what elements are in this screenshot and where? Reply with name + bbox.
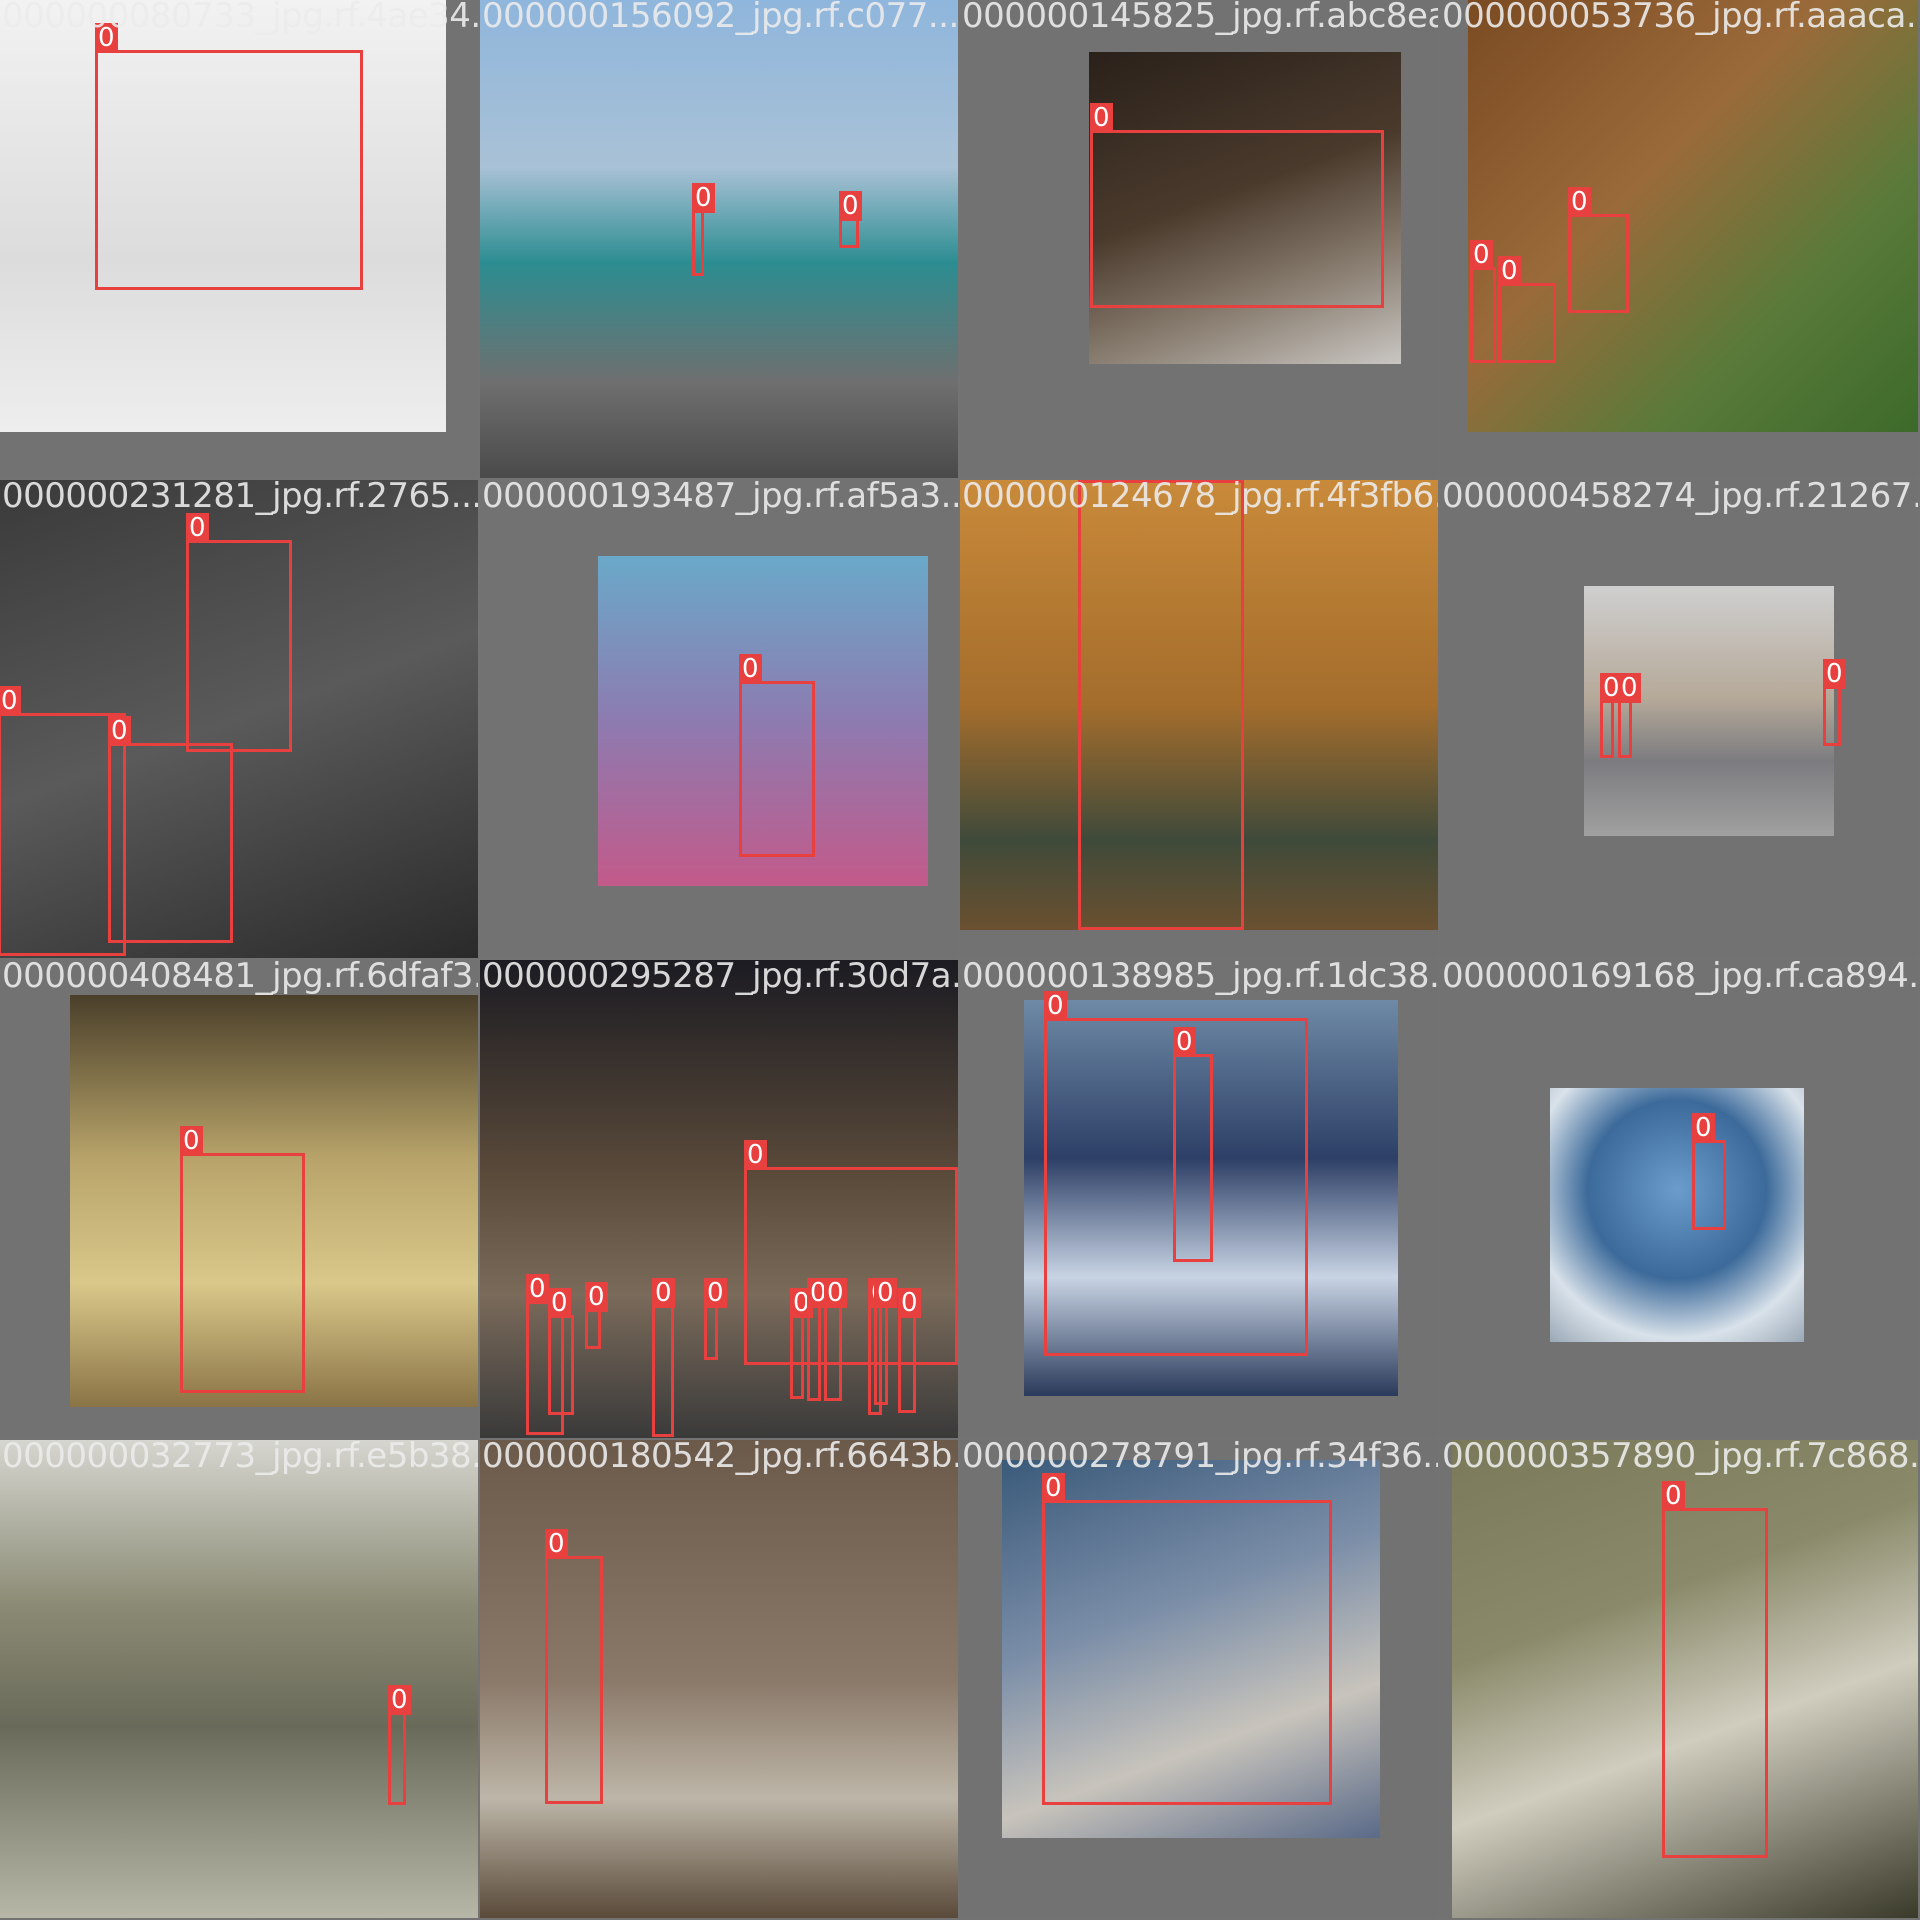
mosaic-tile: 0 0 000000156092_jpg.rf.c077... — [480, 0, 958, 478]
class-label: 0 — [874, 1278, 897, 1308]
tile-filename: 000000458274_jpg.rf.21267... — [1442, 480, 1918, 516]
detection-box: 0 — [1078, 480, 1244, 930]
detection-box: 0 — [744, 1140, 958, 1365]
detection-box: 0 — [824, 1278, 847, 1401]
tile-filename: 000000169168_jpg.rf.ca894... — [1442, 960, 1918, 996]
detection-box: 0 — [388, 1685, 411, 1805]
detection-box: 0 — [839, 191, 862, 248]
tile-filename: 000000180542_jpg.rf.6643b... — [482, 1440, 958, 1476]
detection-box: 0 — [1600, 673, 1623, 758]
mosaic-tile: 0 000000169168_jpg.rf.ca894... — [1440, 960, 1918, 1438]
mosaic-tile: 0 000000408481_jpg.rf.6dfaf3... — [0, 960, 478, 1438]
mosaic-tile: 0 000000032773_jpg.rf.e5b38... — [0, 1440, 478, 1918]
mosaic-tile: 0 0 0 000000458274_jpg.rf.21267... — [1440, 480, 1918, 958]
detection-box: 0 — [548, 1288, 574, 1415]
detection-box: 0 — [95, 23, 363, 290]
detection-box: 0 — [704, 1278, 727, 1360]
class-label: 0 — [1823, 659, 1846, 689]
detection-box: 0 — [739, 654, 815, 857]
class-label: 0 — [839, 191, 862, 221]
class-label: 0 — [1042, 1473, 1065, 1503]
mosaic-tile: 0 000000357890_jpg.rf.7c868... — [1440, 1440, 1918, 1918]
class-label: 0 — [1173, 1027, 1196, 1057]
detection-box: 0 — [692, 183, 715, 276]
mosaic-tile: 0 0 0 000000053736_jpg.rf.aaaca... — [1440, 0, 1918, 478]
tile-filename: 000000053736_jpg.rf.aaaca... — [1442, 0, 1918, 36]
mosaic-tile: 0 000000278791_jpg.rf.34f36... — [960, 1440, 1438, 1918]
detection-box: 0 — [585, 1282, 608, 1349]
class-label: 0 — [898, 1288, 921, 1318]
tile-filename: 000000408481_jpg.rf.6dfaf3... — [2, 960, 478, 996]
class-label: 0 — [739, 654, 762, 684]
detection-box: 0 — [1568, 187, 1629, 313]
photo-teal-bus — [480, 0, 958, 478]
class-label: 0 — [1618, 673, 1641, 703]
tile-filename: 000000124678_jpg.rf.4f3fb6... — [962, 480, 1438, 516]
photo-baseball-aerial — [1468, 0, 1918, 432]
class-label: 0 — [548, 1288, 571, 1318]
class-label: 0 — [545, 1529, 568, 1559]
mosaic-tile: 0 0 000000138985_jpg.rf.1dc38... — [960, 960, 1438, 1438]
mosaic-tile: 0 000000193487_jpg.rf.af5a3... — [480, 480, 958, 958]
detection-box: 0 — [1662, 1481, 1768, 1858]
photo-skydiver-fisheye — [1550, 1088, 1804, 1342]
class-label: 0 — [1568, 187, 1591, 217]
detection-box: 0 — [898, 1288, 921, 1413]
detection-box: 0 — [807, 1278, 830, 1401]
mosaic-tile: 0 000000080733_jpg.rf.4ae34... — [0, 0, 478, 478]
tile-filename: 000000231281_jpg.rf.2765... — [2, 480, 478, 516]
detection-box: 0 — [1173, 1027, 1213, 1262]
detection-box: 0 — [1692, 1113, 1726, 1230]
class-label: 0 — [652, 1278, 675, 1308]
mosaic-tile: 0000000124678_jpg.rf.4f3fb6... — [960, 480, 1438, 958]
class-label: 0 — [1470, 240, 1493, 270]
tile-filename: 000000145825_jpg.rf.abc8ea... — [962, 0, 1438, 36]
detection-box: 0 — [1498, 256, 1556, 363]
tile-filename: 000000357890_jpg.rf.7c868... — [1442, 1440, 1918, 1476]
mosaic-tile: 000000000000000000295287_jpg.rf.30d7a... — [480, 960, 958, 1438]
mosaic-grid: 0 000000080733_jpg.rf.4ae34... 0 0 000000156… — [0, 0, 1920, 1920]
class-label: 0 — [526, 1274, 549, 1304]
class-label: 0 — [1692, 1113, 1715, 1143]
class-label: 0 — [585, 1282, 608, 1312]
class-label: 0 — [388, 1685, 411, 1715]
class-label: 0 — [824, 1278, 847, 1308]
detection-box: 0 — [1470, 240, 1496, 363]
class-label: 0 — [704, 1278, 727, 1308]
class-label: 0 — [1662, 1481, 1685, 1511]
class-label: 0 — [180, 1126, 203, 1156]
detection-box: 0 — [1042, 1473, 1332, 1805]
detection-box: 0 — [108, 716, 233, 943]
detection-box: 0 — [1823, 659, 1846, 746]
tile-filename: 000000032773_jpg.rf.e5b38... — [2, 1440, 478, 1476]
tile-filename: 000000156092_jpg.rf.c077... — [482, 0, 958, 36]
tile-filename: 000000138985_jpg.rf.1dc38... — [962, 960, 1438, 996]
detection-box: 0 — [1090, 103, 1384, 308]
class-label: 0 — [108, 716, 131, 746]
class-label: 0 — [744, 1140, 767, 1170]
mosaic-tile: 0 000000180542_jpg.rf.6643b... — [480, 1440, 958, 1918]
detection-box: 0 — [874, 1278, 897, 1405]
detection-box: 0 — [1618, 673, 1641, 758]
tile-filename: 000000295287_jpg.rf.30d7a... — [482, 960, 958, 996]
tile-filename: 000000278791_jpg.rf.34f36... — [962, 1440, 1438, 1476]
detection-box: 0 — [180, 1126, 305, 1393]
class-label: 0 — [0, 686, 21, 716]
class-label: 0 — [692, 183, 715, 213]
detection-box: 0 — [790, 1288, 813, 1399]
mosaic-tile: 0 000000145825_jpg.rf.abc8ea... — [960, 0, 1438, 478]
class-label: 0 — [186, 513, 209, 543]
detection-box: 0 — [545, 1529, 603, 1804]
tile-filename: 000000080733_jpg.rf.4ae34... — [2, 0, 478, 36]
detection-box: 0 — [186, 513, 292, 752]
class-label: 0 — [1090, 103, 1113, 133]
class-label: 0 — [1498, 256, 1521, 286]
detection-box: 0 — [652, 1278, 675, 1437]
mosaic-tile: 0 0 0 000000231281_jpg.rf.2765... — [0, 480, 478, 958]
photo-train-station — [0, 1440, 478, 1918]
tile-filename: 000000193487_jpg.rf.af5a3... — [482, 480, 958, 516]
